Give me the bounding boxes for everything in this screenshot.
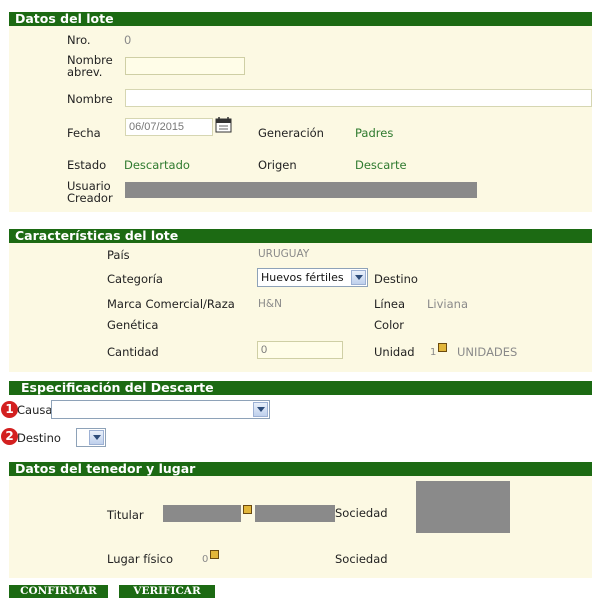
categoria-select[interactable]: Huevos fértiles [257, 268, 368, 287]
lookup-icon[interactable] [210, 550, 219, 559]
unidad-code: 1 [430, 347, 437, 358]
nombre-input[interactable] [125, 89, 592, 107]
causas-select[interactable] [51, 400, 270, 419]
marca-value: H&N [258, 298, 282, 310]
calendar-icon[interactable] [215, 116, 232, 133]
generacion-label: Generación [258, 126, 324, 140]
section-tenedor: Datos del tenedor y lugar Titular Socied… [9, 462, 592, 578]
verificar-button[interactable]: VERIFICAR [119, 585, 215, 598]
lugar-code: 0 [202, 554, 209, 565]
cantidad-input[interactable] [257, 341, 343, 359]
genetica-label: Genética [107, 318, 159, 332]
chevron-down-icon[interactable] [253, 402, 268, 417]
color-label: Color [374, 318, 405, 332]
usuario-redacted [125, 182, 477, 198]
titular-code-redacted [163, 505, 241, 522]
fecha-input[interactable] [125, 118, 213, 136]
pais-value: URUGUAY [258, 248, 310, 260]
sociedad-label: Sociedad [335, 506, 388, 520]
origen-value: Descarte [355, 158, 407, 172]
titular-label: Titular [107, 508, 144, 522]
marca-label: Marca Comercial/Raza [107, 297, 235, 311]
estado-value: Descartado [124, 158, 190, 172]
sociedad2-label: Sociedad [335, 552, 388, 566]
lugar-fisico-label: Lugar físico [107, 552, 174, 566]
chevron-down-icon[interactable] [351, 270, 366, 285]
lookup-icon[interactable] [243, 505, 252, 514]
pais-label: País [107, 248, 130, 262]
categoria-select-value: Huevos fértiles [261, 271, 344, 284]
linea-label: Línea [374, 297, 406, 311]
section-datos-lote: Datos del lote Nro. 0 Nombre abrev. Nomb… [9, 12, 592, 212]
confirmar-button[interactable]: CONFIRMAR [9, 585, 108, 598]
linea-value: Liviana [427, 297, 468, 311]
fecha-label: Fecha [67, 126, 101, 140]
section-title: Datos del lote [9, 12, 592, 26]
destino-label: Destino [374, 272, 418, 286]
nro-label: Nro. [67, 33, 91, 47]
section-title: Especificación del Descarte [9, 381, 592, 395]
nombre-abrev-input[interactable] [125, 57, 245, 75]
nro-value: 0 [124, 33, 132, 47]
estado-label: Estado [67, 158, 107, 172]
section-title: Características del lote [9, 229, 592, 243]
step-badge-1: 1 [1, 401, 18, 418]
categoria-label: Categoría [107, 272, 163, 286]
destino-descarte-label: Destino [17, 431, 61, 445]
cantidad-label: Cantidad [107, 345, 159, 359]
section-caracteristicas: Características del lote País URUGUAY Ca… [9, 229, 592, 372]
chevron-down-icon[interactable] [89, 430, 104, 445]
lookup-icon[interactable] [438, 343, 447, 352]
destino-select[interactable] [76, 428, 106, 447]
step-badge-2: 2 [1, 428, 18, 445]
unidad-value: UNIDADES [457, 345, 518, 359]
nombre-abrev-label: Nombre abrev. [67, 53, 113, 79]
section-title: Datos del tenedor y lugar [9, 462, 592, 476]
sociedad-redacted [416, 481, 510, 533]
nombre-label: Nombre [67, 92, 113, 106]
origen-label: Origen [258, 158, 297, 172]
unidad-label: Unidad [374, 345, 415, 359]
usuario-label: Usuario Creador [67, 179, 113, 205]
generacion-value: Padres [355, 126, 394, 140]
titular-name-redacted [255, 505, 335, 522]
